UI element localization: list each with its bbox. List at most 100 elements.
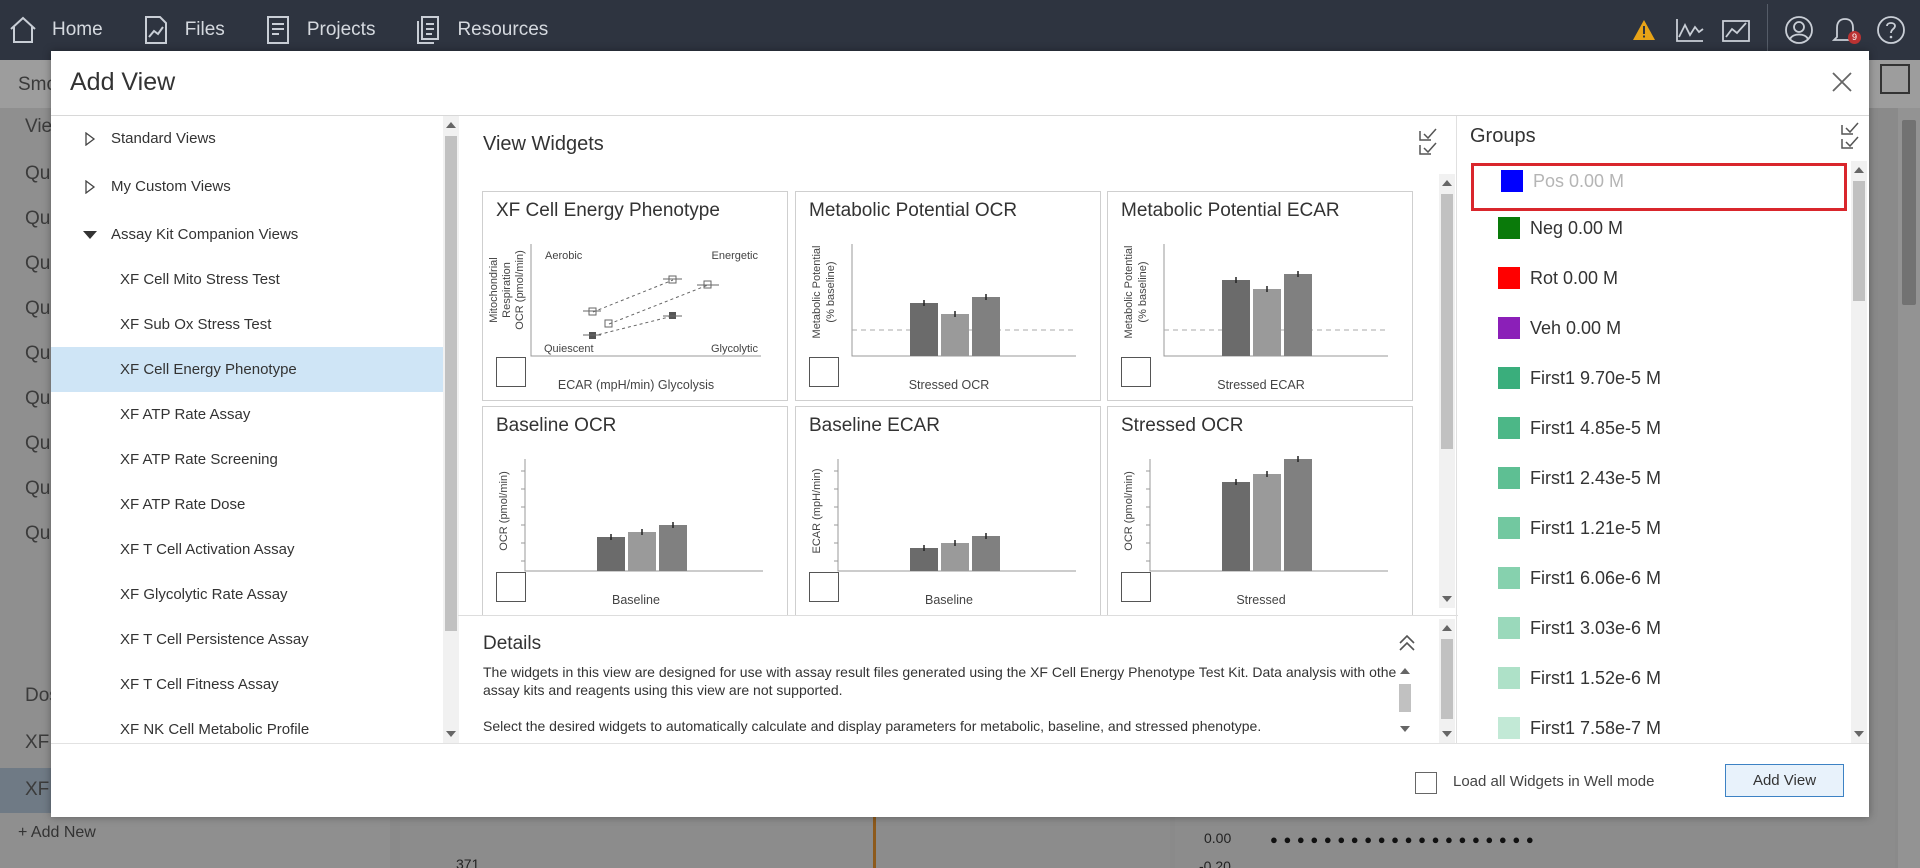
background-list-title: Vie: [25, 116, 53, 137]
add-view-button[interactable]: Add View: [1725, 764, 1844, 797]
widget-baseline-ocr[interactable]: Baseline OCR OCR (pmol/min) Baseline: [482, 406, 788, 616]
group-item-rot[interactable]: Rot 0.00 M: [1498, 263, 1798, 293]
scroll-up-icon[interactable]: [1400, 668, 1410, 674]
add-view-dialog: Add View Standard Views My Custom Views …: [51, 51, 1869, 817]
tree-item-xf-atp-rate-dose[interactable]: XF ATP Rate Dose: [51, 482, 443, 527]
widget-stressed-ocr[interactable]: Stressed OCR OCR (pmol/min) Stressed: [1107, 406, 1413, 616]
widgets-scrollbar-thumb[interactable]: [1441, 194, 1453, 449]
group-item-veh[interactable]: Veh 0.00 M: [1498, 313, 1798, 343]
select-all-widgets-icon[interactable]: [1418, 127, 1438, 159]
tree-item-xf-sub-ox-stress-test[interactable]: XF Sub Ox Stress Test: [51, 302, 443, 347]
group-label: First1 2.43e-5 M: [1530, 467, 1662, 488]
group-item-first1[interactable]: First1 7.58e-7 M: [1498, 713, 1798, 743]
details-title: Details: [483, 633, 542, 654]
view-widgets-title: View Widgets: [483, 133, 604, 155]
scroll-up-icon[interactable]: [446, 122, 456, 128]
widget-metabolic-potential-ecar[interactable]: Metabolic Potential ECAR Metabolic Poten…: [1107, 191, 1413, 401]
group-item-first1[interactable]: First1 3.03e-6 M: [1498, 613, 1798, 643]
widget-cell-energy-phenotype[interactable]: XF Cell Energy Phenotype Mitochondrial R…: [482, 191, 788, 401]
energy-phenotype-thumbnail: Mitochondrial Respiration OCR (pmol/min)…: [488, 244, 761, 357]
scroll-down-icon[interactable]: [1442, 596, 1452, 602]
tree-item-xf-atp-rate-assay[interactable]: XF ATP Rate Assay: [51, 392, 443, 437]
scroll-up-icon[interactable]: [1442, 180, 1452, 186]
tree-item-label: Assay Kit Companion Views: [111, 226, 299, 243]
group-item-first1[interactable]: First1 1.52e-6 M: [1498, 663, 1798, 693]
widget-xlabel: Stressed ECAR: [1217, 378, 1305, 392]
tree-item-xf-cell-mito-stress-test[interactable]: XF Cell Mito Stress Test: [51, 257, 443, 302]
tree-group-assay-kit-companion-views[interactable]: Assay Kit Companion Views: [51, 212, 443, 257]
tree-item-label: XF Cell Mito Stress Test: [120, 271, 280, 288]
warning-icon: [1633, 20, 1655, 40]
tree-item-xf-cell-energy-phenotype[interactable]: XF Cell Energy Phenotype: [51, 347, 443, 392]
group-item-first1[interactable]: First1 9.70e-5 M: [1498, 363, 1798, 393]
widget-metabolic-potential-ocr[interactable]: Metabolic Potential OCR Metabolic Potent…: [795, 191, 1101, 401]
group-item-neg[interactable]: Neg 0.00 M: [1498, 213, 1798, 243]
resources-icon: [417, 16, 440, 44]
tree-item-xf-atp-rate-screening[interactable]: XF ATP Rate Screening: [51, 437, 443, 482]
scroll-down-icon[interactable]: [1854, 731, 1864, 737]
widgets-scrollbar[interactable]: [1439, 174, 1455, 608]
select-all-groups-icon[interactable]: [1840, 121, 1860, 153]
nav-projects-label: Projects: [306, 19, 376, 40]
tree-group-standard-views[interactable]: Standard Views: [51, 116, 443, 161]
scroll-down-icon[interactable]: [1400, 726, 1410, 732]
tree-item-xf-t-cell-fitness-assay[interactable]: XF T Cell Fitness Assay: [51, 662, 443, 707]
background-scatter-dots: ● ● ● ● ● ● ● ● ● ● ● ● ● ● ● ● ● ● ● ●: [1270, 832, 1535, 847]
background-list-row: XF: [25, 779, 50, 800]
group-item-first1[interactable]: First1 4.85e-5 M: [1498, 413, 1798, 443]
background-list-row: Qu: [25, 388, 51, 409]
group-color-swatch: [1498, 217, 1520, 239]
scroll-up-icon[interactable]: [1854, 167, 1864, 173]
widget-ylabel: OCR (pmol/min): [498, 471, 510, 550]
groups-scrollbar-thumb[interactable]: [1853, 181, 1865, 301]
group-item-first1[interactable]: First1 2.43e-5 M: [1498, 463, 1798, 493]
group-item-first1[interactable]: First1 1.21e-5 M: [1498, 513, 1798, 543]
group-color-swatch: [1498, 317, 1520, 339]
tree-scrollbar[interactable]: [443, 116, 459, 743]
background-list-row: Qu: [25, 298, 51, 319]
details-scrollbar-thumb[interactable]: [1441, 639, 1453, 719]
close-icon[interactable]: [1829, 69, 1855, 95]
group-item-first1[interactable]: First1 6.06e-6 M: [1498, 563, 1798, 593]
widget-ylabel: Metabolic Potential: [1123, 246, 1135, 339]
collapse-up-icon[interactable]: [1397, 633, 1417, 653]
scroll-up-icon[interactable]: [1442, 625, 1452, 631]
baseline-ecar-thumbnail: ECAR (mpH/min): [811, 459, 1076, 572]
caret-right-icon[interactable]: [83, 179, 97, 194]
group-color-swatch: [1498, 617, 1520, 639]
caret-right-icon[interactable]: [83, 131, 97, 146]
group-label: First1 6.06e-6 M: [1530, 567, 1662, 588]
group-color-swatch: [1498, 717, 1520, 739]
notification-badge: 9: [1848, 31, 1861, 44]
widget-ylabel: Metabolic Potential: [811, 246, 823, 339]
well-mode-checkbox[interactable]: [1415, 772, 1437, 794]
background-add-icon: [1880, 64, 1910, 94]
groups-scrollbar[interactable]: [1851, 161, 1867, 743]
details-divider: [458, 615, 1458, 616]
tree-item-label: XF ATP Rate Screening: [120, 451, 278, 468]
details-text-scrollbar-thumb[interactable]: [1399, 684, 1411, 712]
details-text-scrollbar[interactable]: [1397, 662, 1413, 738]
details-scrollbar[interactable]: [1439, 619, 1455, 743]
scroll-down-icon[interactable]: [1442, 731, 1452, 737]
tree-group-my-custom-views[interactable]: My Custom Views: [51, 164, 443, 209]
group-color-swatch: [1498, 567, 1520, 589]
group-color-swatch: [1498, 367, 1520, 389]
tree-item-xf-glycolytic-rate-assay[interactable]: XF Glycolytic Rate Assay: [51, 572, 443, 617]
projects-icon: [266, 16, 289, 44]
tree-item-label: XF Sub Ox Stress Test: [120, 316, 272, 333]
tree-scrollbar-thumb[interactable]: [445, 136, 457, 631]
quadrant-label: Aerobic: [545, 250, 583, 262]
caret-down-icon[interactable]: [83, 228, 97, 242]
tree-item-xf-t-cell-activation-assay[interactable]: XF T Cell Activation Assay: [51, 527, 443, 572]
details-paragraph: Select the desired widgets to automatica…: [483, 718, 1262, 734]
scroll-down-icon[interactable]: [446, 731, 456, 737]
tree-item-xf-nk-cell-metabolic-profile[interactable]: XF NK Cell Metabolic Profile: [51, 707, 443, 743]
metabolic-potential-ecar-thumbnail: Metabolic Potential (% baseline): [1123, 244, 1388, 357]
details-paragraph: The widgets in this view are designed fo…: [483, 664, 1401, 698]
background-add-new: + Add New: [18, 824, 96, 841]
tree-item-xf-t-cell-persistence-assay[interactable]: XF T Cell Persistence Assay: [51, 617, 443, 662]
widget-baseline-ecar[interactable]: Baseline ECAR ECAR (mpH/min) Baseline: [795, 406, 1101, 616]
widget-xlabel: Stressed: [1236, 593, 1286, 607]
help-button[interactable]: [1868, 0, 1914, 60]
